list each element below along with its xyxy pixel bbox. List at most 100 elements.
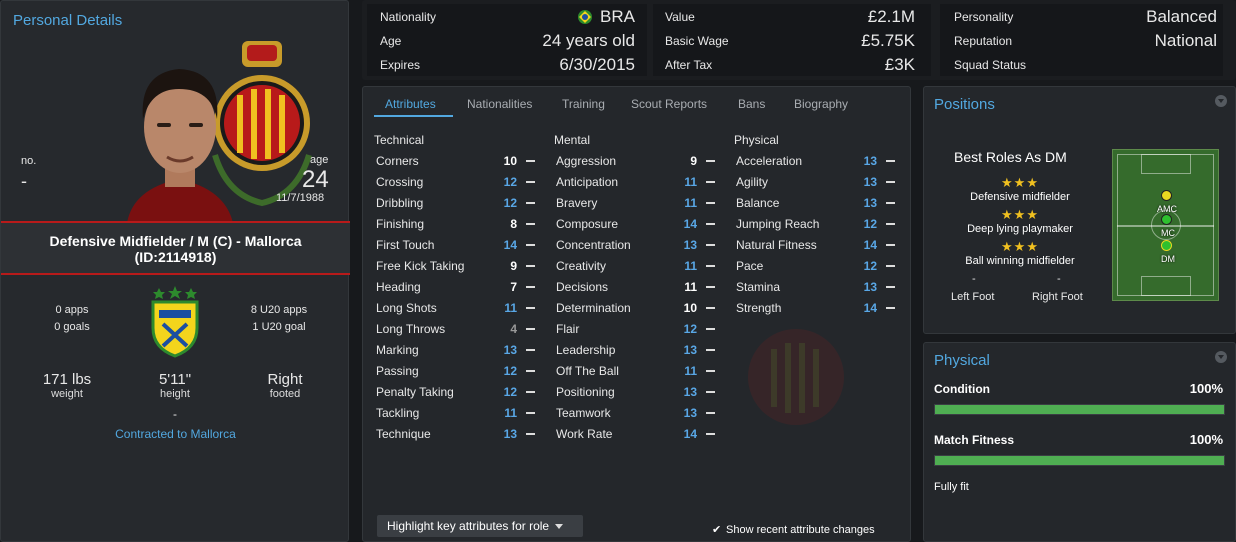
attribute-row[interactable]: Agility 13 [733,172,901,191]
role-rating-stars: ★★★ [1001,207,1039,222]
personality-label: Personality [954,10,1014,24]
tab-nationalities[interactable]: Nationalities [467,97,532,111]
match-fitness-bar [934,455,1225,466]
attribute-name: Finishing [376,217,425,231]
attributes-panel: Attributes Nationalities Training Scout … [362,86,911,542]
attribute-value: 14 [503,238,517,252]
attribute-row[interactable]: Corners 10 [373,151,541,170]
attribute-row[interactable]: Stamina 13 [733,277,901,296]
attribute-value: 12 [683,322,697,336]
attribute-row[interactable]: Balance 13 [733,193,901,212]
attribute-row[interactable]: Anticipation 11 [553,172,721,191]
right-foot-label: Right Foot [1032,291,1083,303]
condition-label: Condition [934,382,990,396]
attribute-row[interactable]: Teamwork 13 [553,403,721,422]
tab-bans[interactable]: Bans [738,97,765,111]
tab-attributes[interactable]: Attributes [385,97,436,111]
attribute-row[interactable]: Long Throws 4 [373,319,541,338]
attribute-name: Acceleration [736,154,803,168]
attribute-value: 10 [683,301,697,315]
no-change-icon [886,223,895,225]
age-summary-value: 24 years old [542,31,635,50]
personality-value: Balanced [1146,7,1217,26]
no-change-icon [706,202,715,204]
attribute-row[interactable]: Jumping Reach 12 [733,214,901,233]
attribute-name: Long Shots [376,301,437,315]
role-item: ★★★ Ball winning midfielder [934,239,1106,267]
preferred-foot-value: Right [267,371,303,388]
attribute-row[interactable]: Composure 14 [553,214,721,233]
attribute-row[interactable]: Bravery 11 [553,193,721,212]
attribute-row[interactable]: Aggression 9 [553,151,721,170]
attribute-row[interactable]: Crossing 12 [373,172,541,191]
attribute-name: Free Kick Taking [376,259,465,273]
attribute-value: 11 [684,175,697,189]
no-change-icon [526,328,535,330]
no-change-icon [526,244,535,246]
attribute-row[interactable]: Positioning 13 [553,382,721,401]
attribute-name: Marking [376,343,419,357]
no-change-icon [526,181,535,183]
attribute-row[interactable]: Dribbling 12 [373,193,541,212]
attribute-row[interactable]: Heading 7 [373,277,541,296]
attribute-row[interactable]: Flair 12 [553,319,721,338]
attribute-row[interactable]: Acceleration 13 [733,151,901,170]
date-of-birth: 11/7/1988 [276,192,325,204]
position-dot-mc [1161,214,1172,225]
highlight-attributes-dropdown[interactable]: Highlight key attributes for role [377,515,583,537]
attribute-name: Flair [556,322,580,336]
show-recent-changes-checkbox[interactable]: ✔ Show recent attribute changes [712,523,875,536]
collapse-icon[interactable] [1215,95,1227,107]
attribute-row[interactable]: Marking 13 [373,340,541,359]
no-change-icon [706,391,715,393]
squad-status-label: Squad Status [954,58,1027,72]
attribute-row[interactable]: Creativity 11 [553,256,721,275]
attribute-row[interactable]: Passing 12 [373,361,541,380]
attribute-row[interactable]: Penalty Taking 12 [373,382,541,401]
value-value: £2.1M [867,7,915,26]
attribute-value: 11 [684,364,697,378]
foot-stat: Right footed [240,371,330,400]
attribute-row[interactable]: Leadership 13 [553,340,721,359]
collapse-icon[interactable] [1215,351,1227,363]
attribute-value: 12 [863,259,877,273]
attribute-row[interactable]: Determination 10 [553,298,721,317]
attribute-row[interactable]: Tackling 11 [373,403,541,422]
attribute-row[interactable]: Strength 14 [733,298,901,317]
pitch-label-dm: DM [1161,254,1175,264]
no-change-icon [886,181,895,183]
attribute-name: Work Rate [556,427,613,441]
attribute-row[interactable]: Technique 13 [373,424,541,443]
extra-info-dash: - [173,407,177,421]
attribute-name: Passing [376,364,419,378]
tab-training[interactable]: Training [562,97,605,111]
attribute-row[interactable]: First Touch 14 [373,235,541,254]
contract-link[interactable]: Contracted to Mallorca [1,427,350,441]
attribute-row[interactable]: Decisions 11 [553,277,721,296]
aftertax-label: After Tax [665,58,713,72]
height-label: height [160,388,190,400]
attribute-row[interactable]: Natural Fitness 14 [733,235,901,254]
attribute-value: 4 [510,322,517,336]
highlight-attributes-label: Highlight key attributes for role [387,519,550,533]
attribute-row[interactable]: Work Rate 14 [553,424,721,443]
attribute-name: Decisions [556,280,609,294]
attribute-row[interactable]: Free Kick Taking 9 [373,256,541,275]
attribute-row[interactable]: Concentration 13 [553,235,721,254]
tab-scout-reports[interactable]: Scout Reports [631,97,707,111]
attribute-name: Agility [736,175,769,189]
attribute-value: 8 [510,217,517,231]
show-recent-changes-label: Show recent attribute changes [726,524,875,536]
attribute-row[interactable]: Long Shots 11 [373,298,541,317]
no-change-icon [706,160,715,162]
attribute-row[interactable]: Off The Ball 11 [553,361,721,380]
attribute-row[interactable]: Finishing 8 [373,214,541,233]
tab-biography[interactable]: Biography [794,97,848,111]
positions-title: Positions [934,96,995,113]
attribute-name: Determination [556,301,631,315]
no-change-icon [706,286,715,288]
attribute-value: 11 [684,196,697,210]
no-change-icon [886,160,895,162]
expires-row: Expires 6/30/2015 [362,54,647,76]
attribute-row[interactable]: Pace 12 [733,256,901,275]
